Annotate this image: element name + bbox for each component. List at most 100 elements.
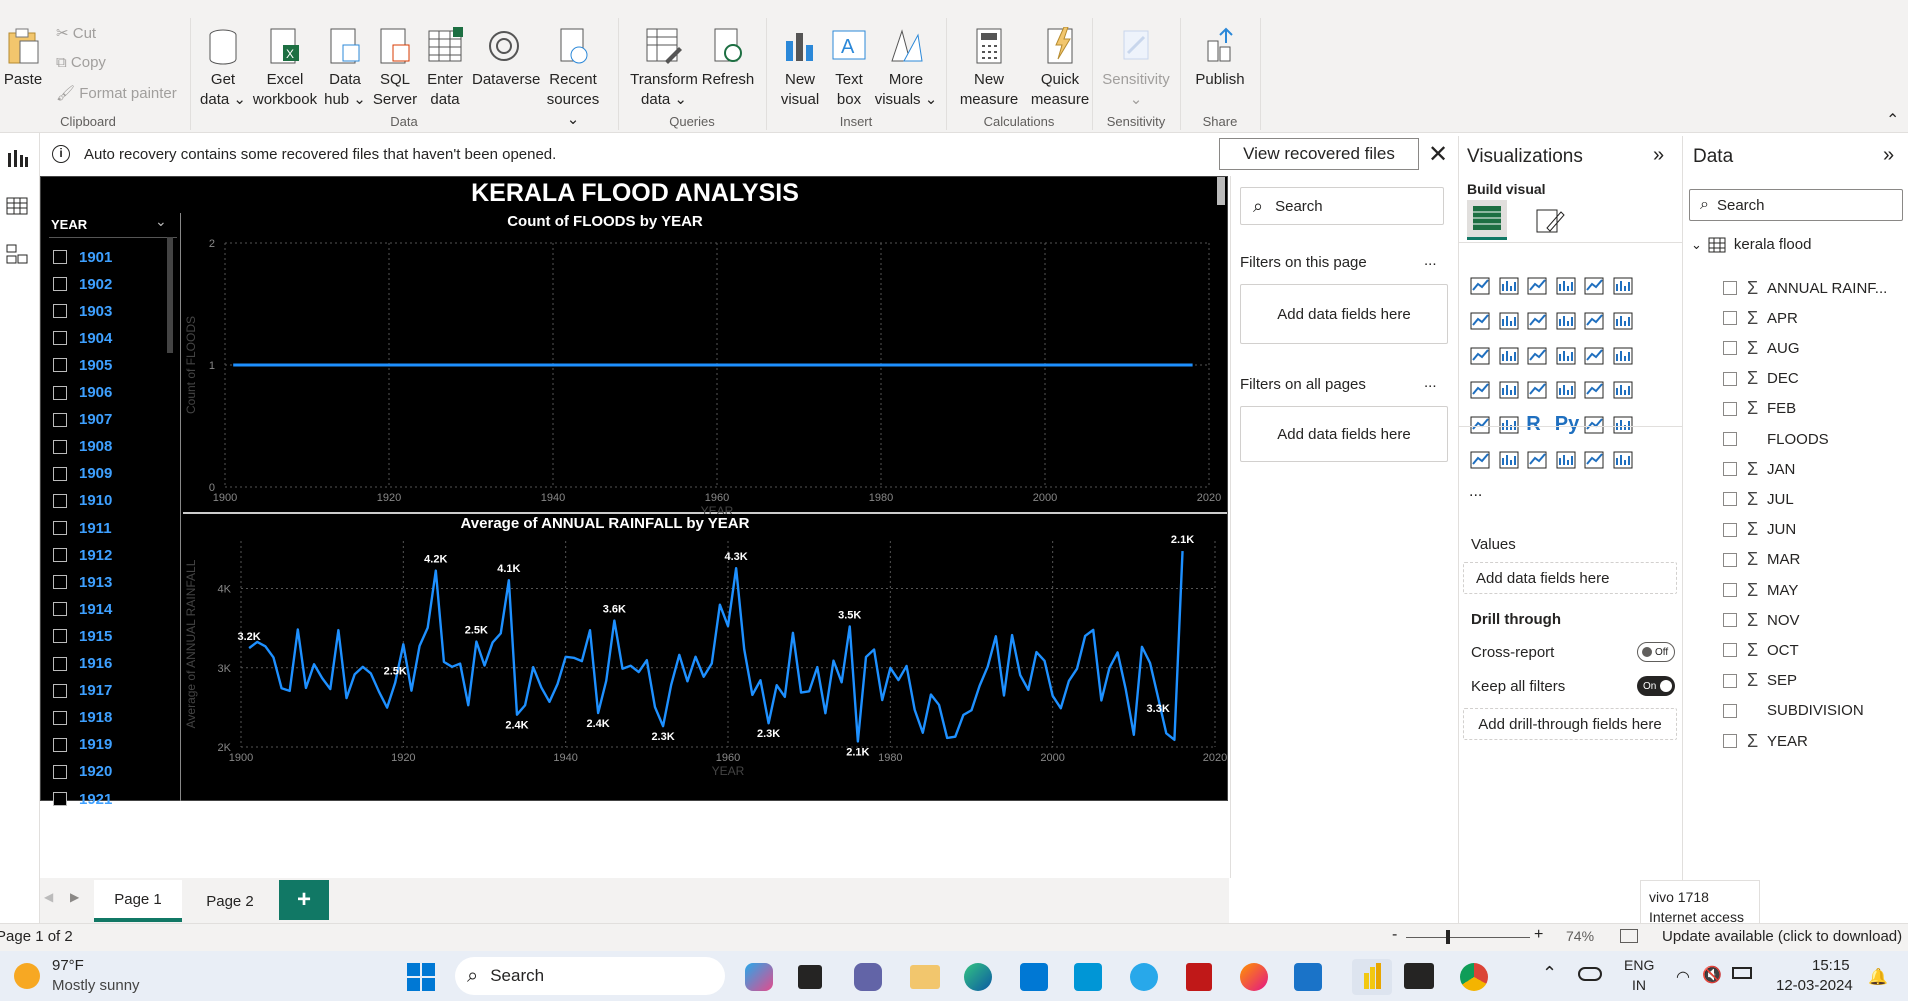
field-jan[interactable]: Σ JAN [1723, 457, 1795, 481]
field-checkbox[interactable] [1723, 552, 1737, 567]
field-checkbox[interactable] [1723, 583, 1737, 597]
more-icon[interactable]: ... [1469, 483, 1493, 507]
slicer-checkbox[interactable] [53, 683, 67, 698]
field-checkbox[interactable] [1723, 734, 1737, 748]
power-automate-icon[interactable] [1612, 448, 1636, 472]
slicer-checkbox[interactable] [53, 385, 67, 400]
card-icon[interactable] [1526, 378, 1550, 402]
slicer-checkbox[interactable] [53, 656, 67, 671]
store-icon[interactable] [1020, 963, 1048, 991]
slicer-item-1921[interactable]: 1921 [53, 788, 112, 810]
slicer-item-1919[interactable]: 1919 [53, 734, 112, 756]
tab-page-1[interactable]: Page 1 [94, 880, 182, 922]
dataverse-button[interactable]: Dataverse [472, 26, 540, 90]
keep-all-filters-toggle[interactable]: On [1637, 676, 1675, 696]
field-checkbox[interactable] [1723, 703, 1737, 718]
slicer-item-1901[interactable]: 1901 [53, 246, 112, 268]
onedrive-icon[interactable] [1578, 967, 1602, 981]
clustered-column-icon[interactable] [1555, 274, 1579, 298]
waterfall-icon[interactable] [1612, 309, 1636, 333]
filters-search-input[interactable]: ⌕ Search [1240, 187, 1444, 225]
filters-this-page-add[interactable]: Add data fields here [1240, 284, 1448, 344]
qa-icon[interactable] [1469, 448, 1493, 472]
slicer-item-1907[interactable]: 1907 [53, 409, 112, 431]
canvas-scrollbar[interactable] [1217, 177, 1225, 205]
slicer-dropdown-icon[interactable]: ⌄ [155, 213, 167, 230]
volume-muted-icon[interactable]: 🔇 [1702, 965, 1722, 985]
close-notification-icon[interactable]: ✕ [1428, 140, 1448, 169]
field-mar[interactable]: Σ MAR [1723, 548, 1800, 572]
field-annual-rainf-[interactable]: Σ ANNUAL RAINF... [1723, 276, 1887, 300]
pie-icon[interactable] [1526, 344, 1550, 368]
zoom-level[interactable]: 74% [1566, 928, 1594, 944]
line-column-icon[interactable] [1555, 309, 1579, 333]
build-visual-tab-icon[interactable] [1467, 200, 1507, 240]
task-view-icon[interactable] [798, 965, 822, 989]
myhp-icon[interactable] [1074, 963, 1102, 991]
paginated-icon[interactable] [1526, 448, 1550, 472]
slicer-checkbox[interactable] [53, 250, 67, 264]
taskbar-search[interactable]: ⌕ Search [455, 957, 725, 995]
data-search-input[interactable]: ⌕ Search [1689, 189, 1903, 221]
slicer-item-1910[interactable]: 1910 [53, 490, 112, 512]
treemap-icon[interactable] [1583, 344, 1607, 368]
terminal-icon[interactable] [1404, 963, 1434, 989]
field-checkbox[interactable] [1723, 401, 1737, 416]
weather-desc[interactable]: Mostly sunny [52, 977, 140, 994]
slicer-item-1905[interactable]: 1905 [53, 354, 112, 376]
field-checkbox[interactable] [1723, 462, 1737, 477]
filled-map-icon[interactable] [1469, 378, 1493, 402]
field-jul[interactable]: Σ JUL [1723, 487, 1794, 511]
slicer-item-1902[interactable]: 1902 [53, 273, 112, 295]
filters-this-page-menu[interactable]: ... [1424, 252, 1437, 269]
edge-icon[interactable] [964, 963, 992, 991]
slicer-checkbox[interactable] [53, 331, 67, 346]
stacked-bar-icon[interactable] [1469, 274, 1493, 298]
slicer-checkbox[interactable] [53, 304, 67, 319]
slicer-item-1917[interactable]: 1917 [53, 680, 112, 702]
slicer-checkbox[interactable] [53, 737, 67, 752]
donut-icon[interactable] [1555, 344, 1579, 368]
clock-time[interactable]: 15:15 [1812, 957, 1850, 974]
multirow-card-icon[interactable] [1555, 378, 1579, 402]
fit-to-page-icon[interactable] [1620, 929, 1638, 943]
weather-temp[interactable]: 97°F [52, 957, 84, 974]
scatter-icon[interactable] [1498, 344, 1522, 368]
drill-through-add-field[interactable]: Add drill-through fields here [1463, 708, 1677, 740]
kpi-icon[interactable] [1583, 378, 1607, 402]
slicer-checkbox[interactable] [53, 548, 67, 563]
collapse-ribbon-icon[interactable]: ⌃ [1886, 110, 1899, 130]
zoom-out-button[interactable]: - [1392, 926, 1397, 944]
field-may[interactable]: Σ MAY [1723, 578, 1798, 602]
paste-button[interactable]: Paste [2, 26, 44, 90]
mcafee-icon[interactable] [1186, 963, 1212, 991]
add-page-button[interactable]: + [279, 880, 329, 920]
field-aug[interactable]: Σ AUG [1723, 336, 1800, 360]
publish-button[interactable]: Publish [1190, 26, 1250, 90]
format-visual-tab-icon[interactable] [1531, 202, 1567, 238]
zoom-in-button[interactable]: + [1534, 926, 1543, 944]
bing-icon[interactable] [1294, 963, 1322, 991]
field-checkbox[interactable] [1723, 613, 1737, 628]
table-kerala-flood[interactable]: ⌄ kerala flood [1691, 236, 1811, 253]
excel-workbook-button[interactable]: X Excel workbook [250, 26, 320, 110]
slicer-checkbox[interactable] [53, 764, 67, 779]
100-column-icon[interactable] [1612, 274, 1636, 298]
support-icon[interactable] [1130, 963, 1158, 991]
100-bar-icon[interactable] [1583, 274, 1607, 298]
firefox-icon[interactable] [1240, 963, 1268, 991]
copy-button[interactable]: ⧉ Copy [56, 54, 106, 71]
slicer-item-1904[interactable]: 1904 [53, 327, 112, 349]
field-checkbox[interactable] [1723, 281, 1737, 295]
field-jun[interactable]: Σ JUN [1723, 518, 1796, 542]
zoom-slider[interactable] [1406, 937, 1530, 938]
slicer-checkbox[interactable] [53, 412, 67, 427]
slicer-icon[interactable] [1612, 378, 1636, 402]
slicer-checkbox[interactable] [53, 493, 67, 508]
transform-data-button[interactable]: Transform data ⌄ [626, 26, 702, 110]
slicer-checkbox[interactable] [53, 521, 67, 535]
zoom-slider-thumb[interactable] [1446, 930, 1450, 944]
collapse-data-icon[interactable]: » [1883, 144, 1894, 167]
filters-all-pages-menu[interactable]: ... [1424, 374, 1437, 391]
values-add-field[interactable]: Add data fields here [1463, 562, 1677, 594]
